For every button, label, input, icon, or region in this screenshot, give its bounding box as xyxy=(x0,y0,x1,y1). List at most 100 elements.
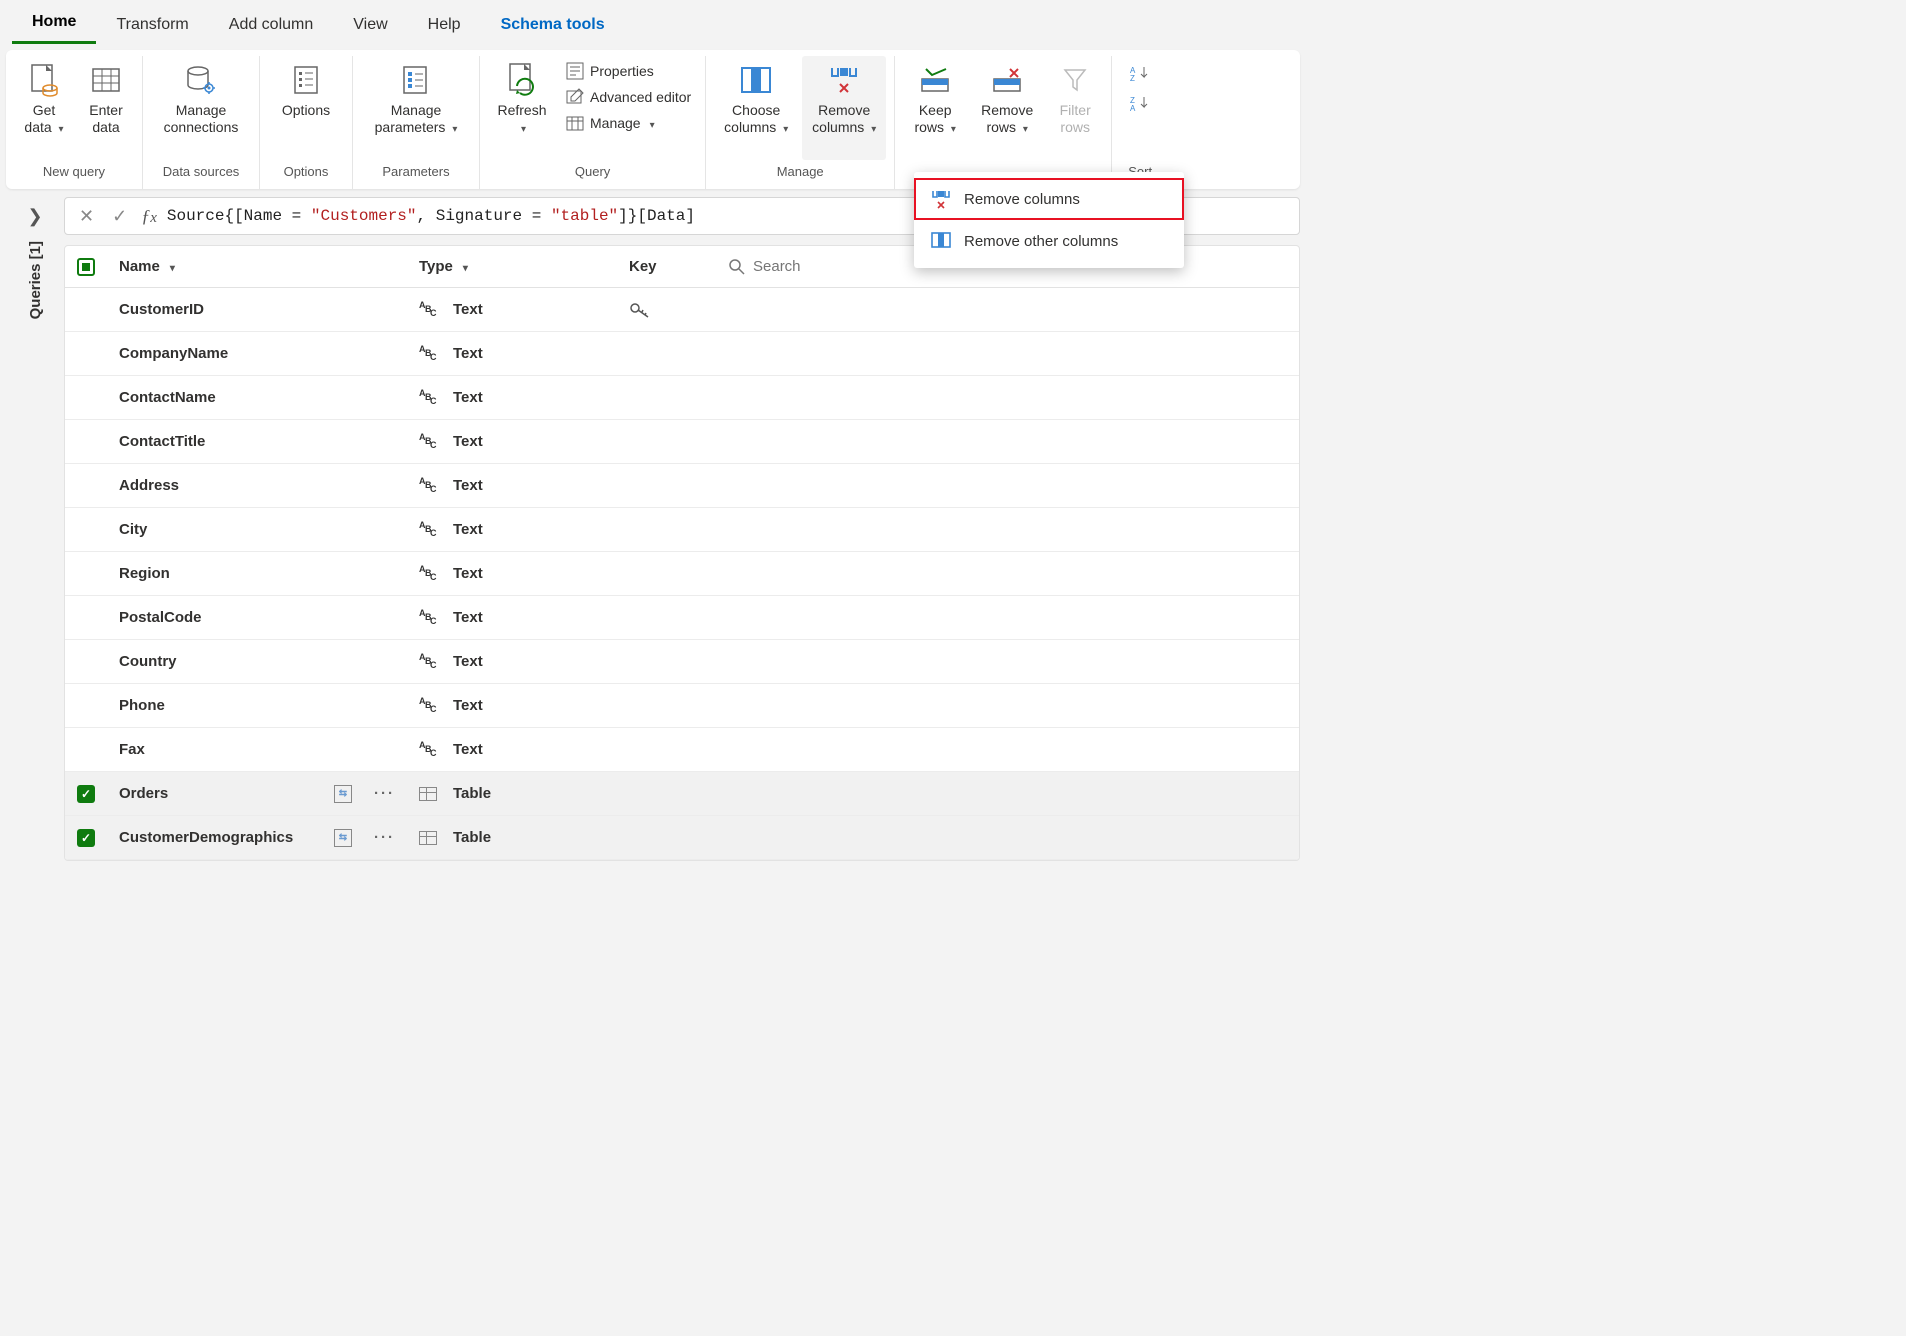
header-name[interactable]: Name xyxy=(107,258,407,275)
table-row[interactable]: ContactTitleCText xyxy=(65,420,1299,464)
table-row[interactable]: ✓CustomerDemographics⇆···Table xyxy=(65,816,1299,860)
ribbon-tabs: Home Transform Add column View Help Sche… xyxy=(0,0,1306,44)
keep-rows-button[interactable]: Keep rows xyxy=(903,56,967,160)
remove-columns-icon xyxy=(828,60,860,100)
expand-icon[interactable]: ⇆ xyxy=(334,785,352,803)
formula-input[interactable]: Source{[Name = "Customers", Signature = … xyxy=(167,207,695,225)
row-name: Orders xyxy=(119,785,168,802)
sort-asc-icon: AZ xyxy=(1130,65,1150,81)
row-type: Table xyxy=(453,829,491,846)
row-name: ContactTitle xyxy=(119,433,205,450)
table-row[interactable]: CityCText xyxy=(65,508,1299,552)
text-type-icon: C xyxy=(419,698,437,714)
row-type: Text xyxy=(453,653,483,670)
table-row[interactable]: ContactNameCText xyxy=(65,376,1299,420)
refresh-icon xyxy=(505,60,539,100)
manage-query-button[interactable]: Manage xyxy=(560,110,697,136)
tab-home[interactable]: Home xyxy=(12,3,96,44)
ribbon-group-label-new-query: New query xyxy=(43,160,105,185)
expand-icon[interactable]: ⇆ xyxy=(334,829,352,847)
refresh-button[interactable]: Refresh xyxy=(488,56,556,160)
advanced-editor-label: Advanced editor xyxy=(590,89,691,105)
keep-rows-label: Keep rows xyxy=(914,102,951,135)
ribbon-group-label-parameters: Parameters xyxy=(382,160,449,185)
row-name: ContactName xyxy=(119,389,216,406)
row-name: City xyxy=(119,521,147,538)
properties-label: Properties xyxy=(590,63,654,79)
tab-transform[interactable]: Transform xyxy=(96,6,208,44)
tab-schema-tools[interactable]: Schema tools xyxy=(481,6,625,44)
dropdown-remove-columns-label: Remove columns xyxy=(964,191,1080,208)
row-checkbox[interactable]: ✓ xyxy=(77,785,95,803)
ribbon-group-label-manage-columns: Manage xyxy=(777,160,824,185)
formula-commit-button[interactable]: ✓ xyxy=(108,206,131,227)
tab-view[interactable]: View xyxy=(333,6,407,44)
manage-parameters-label: Manage parameters xyxy=(375,102,446,135)
schema-grid: Name Type Key CustomerIDCTextCompanyName… xyxy=(64,245,1300,861)
search-input[interactable] xyxy=(751,257,871,276)
text-type-icon: C xyxy=(419,566,437,582)
get-data-button[interactable]: Get data xyxy=(14,56,74,160)
manage-parameters-icon xyxy=(401,60,431,100)
dropdown-remove-other-columns[interactable]: Remove other columns xyxy=(914,220,1184,262)
formula-cancel-button[interactable]: ✕ xyxy=(75,206,98,227)
ribbon-group-manage-columns: Choose columns Remove columns Manage xyxy=(706,56,895,189)
table-row[interactable]: PhoneCText xyxy=(65,684,1299,728)
properties-icon xyxy=(566,62,584,80)
filter-rows-button[interactable]: Filter rows xyxy=(1047,56,1103,160)
refresh-label: Refresh xyxy=(497,102,546,118)
expand-queries-button[interactable]: ❯ xyxy=(24,205,46,227)
fx-icon: ƒx xyxy=(141,206,157,227)
remove-columns-label: Remove columns xyxy=(812,102,870,135)
key-icon xyxy=(629,301,651,319)
table-row[interactable]: RegionCText xyxy=(65,552,1299,596)
choose-columns-button[interactable]: Choose columns xyxy=(714,56,798,160)
table-row[interactable]: CustomerIDCText xyxy=(65,288,1299,332)
advanced-editor-button[interactable]: Advanced editor xyxy=(560,84,697,110)
choose-columns-label: Choose columns xyxy=(724,102,780,135)
manage-parameters-button[interactable]: Manage parameters xyxy=(361,56,471,160)
keep-rows-icon xyxy=(920,60,950,100)
remove-columns-menu-icon xyxy=(930,188,952,210)
header-type[interactable]: Type xyxy=(407,258,617,275)
sort-asc-button[interactable]: AZ xyxy=(1130,60,1150,86)
search-icon xyxy=(729,259,745,275)
more-button[interactable]: ··· xyxy=(374,829,395,846)
table-row[interactable]: CountryCText xyxy=(65,640,1299,684)
tab-add-column[interactable]: Add column xyxy=(209,6,334,44)
header-key[interactable]: Key xyxy=(617,258,717,275)
ribbon-group-label-query: Query xyxy=(575,160,610,185)
ribbon-group-new-query: Get data Enter data New query xyxy=(6,56,143,189)
table-row[interactable]: ✓Orders⇆···Table xyxy=(65,772,1299,816)
table-row[interactable]: PostalCodeCText xyxy=(65,596,1299,640)
select-all-checkbox[interactable] xyxy=(77,258,95,276)
table-row[interactable]: AddressCText xyxy=(65,464,1299,508)
enter-data-label: Enter data xyxy=(82,102,130,136)
table-type-icon xyxy=(419,831,437,845)
row-type: Text xyxy=(453,433,483,450)
text-type-icon: C xyxy=(419,390,437,406)
ribbon-group-query: Refresh Properties Advanced editor Manag… xyxy=(480,56,706,189)
properties-button[interactable]: Properties xyxy=(560,58,697,84)
remove-rows-button[interactable]: Remove rows xyxy=(971,56,1043,160)
text-type-icon: C xyxy=(419,742,437,758)
enter-data-icon xyxy=(91,60,121,100)
text-type-icon: C xyxy=(419,346,437,362)
table-row[interactable]: FaxCText xyxy=(65,728,1299,772)
ribbon-group-label-data-sources: Data sources xyxy=(163,160,240,185)
row-checkbox[interactable]: ✓ xyxy=(77,829,95,847)
dropdown-remove-columns[interactable]: Remove columns xyxy=(914,178,1184,220)
enter-data-button[interactable]: Enter data xyxy=(78,56,134,160)
sort-desc-button[interactable]: ZA xyxy=(1130,90,1150,116)
tab-help[interactable]: Help xyxy=(408,6,481,44)
table-row[interactable]: CompanyNameCText xyxy=(65,332,1299,376)
manage-connections-button[interactable]: Manage connections xyxy=(151,56,251,160)
more-button[interactable]: ··· xyxy=(374,785,395,802)
row-type: Text xyxy=(453,345,483,362)
text-type-icon: C xyxy=(419,522,437,538)
row-type: Text xyxy=(453,609,483,626)
manage-connections-icon xyxy=(184,60,218,100)
remove-columns-button[interactable]: Remove columns xyxy=(802,56,886,160)
remove-columns-dropdown: Remove columns Remove other columns xyxy=(914,172,1184,268)
options-button[interactable]: Options xyxy=(268,56,344,160)
